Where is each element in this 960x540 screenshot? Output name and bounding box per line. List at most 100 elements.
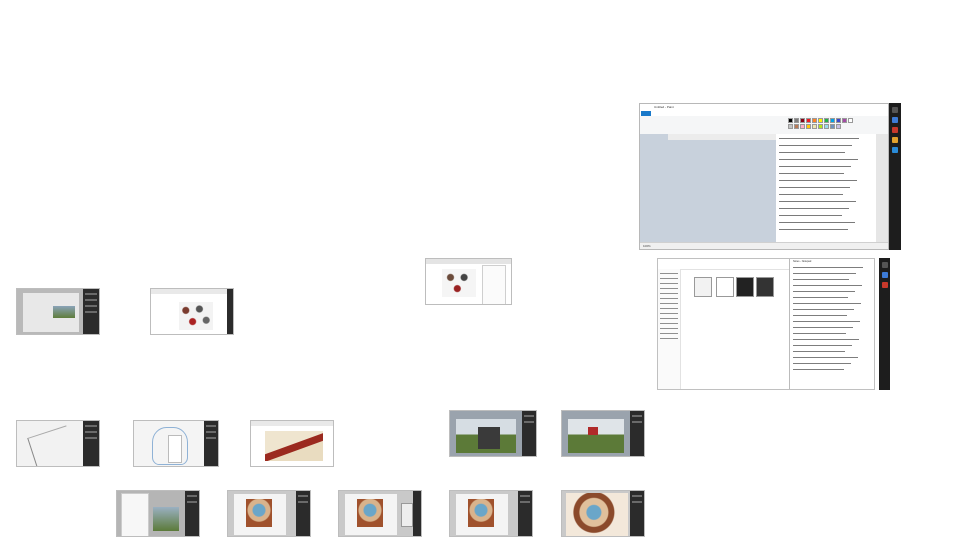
text-line: [779, 173, 844, 174]
text-line: [793, 345, 852, 346]
color-palette[interactable]: [788, 118, 858, 130]
color-swatch[interactable]: [794, 124, 799, 129]
text-line: [779, 229, 848, 230]
slide-thumb-1[interactable]: [16, 288, 100, 335]
dialog-panel: [401, 503, 413, 527]
browser-toolbar: [251, 421, 333, 426]
color-swatch[interactable]: [824, 118, 829, 123]
color-swatch[interactable]: [800, 124, 805, 129]
tool-panel: [522, 411, 536, 456]
dialog-panel: [482, 265, 506, 304]
landscape-image: [153, 507, 179, 531]
notepad-title: Notes - Notepad: [793, 260, 812, 263]
text-line: [779, 166, 851, 167]
slide-thumb-12[interactable]: [449, 490, 533, 537]
slide-thumb-9[interactable]: [116, 490, 200, 537]
app-icon[interactable]: [881, 282, 888, 288]
text-line: [779, 180, 857, 181]
tool-panel: [630, 411, 644, 456]
slide-thumb-8[interactable]: [561, 410, 645, 457]
slide-thumb-6[interactable]: [250, 420, 334, 467]
slide-thumb-2[interactable]: [150, 288, 234, 335]
color-swatch[interactable]: [836, 124, 841, 129]
tool-panel: [630, 491, 644, 536]
text-line: [779, 159, 858, 160]
browser-toolbar: [151, 289, 233, 294]
color-swatch[interactable]: [788, 118, 793, 123]
slide-thumb-5[interactable]: [133, 420, 219, 467]
color-swatch[interactable]: [812, 124, 817, 129]
context-menu: [168, 435, 182, 463]
color-swatch[interactable]: [842, 118, 847, 123]
browser-icon[interactable]: [892, 137, 898, 143]
text-line: [793, 303, 861, 304]
paint-window[interactable]: Untitled - Paint 100%: [639, 103, 889, 250]
file-icon[interactable]: [736, 277, 754, 297]
text-line: [779, 145, 852, 146]
text-line: [793, 315, 847, 316]
taskbar: [879, 258, 890, 390]
color-swatch[interactable]: [836, 118, 841, 123]
color-swatch[interactable]: [806, 124, 811, 129]
color-swatch[interactable]: [818, 124, 823, 129]
terrain-image: [265, 431, 323, 461]
document-area[interactable]: [776, 134, 876, 243]
text-line: [779, 187, 850, 188]
color-swatch[interactable]: [806, 118, 811, 123]
text-line: [793, 333, 846, 334]
slide-thumb-4[interactable]: [16, 420, 100, 467]
tool-panel: [204, 421, 218, 466]
text-line: [779, 138, 859, 139]
mail-icon[interactable]: [892, 117, 898, 123]
workspace: [640, 134, 876, 243]
store-icon[interactable]: [892, 147, 898, 153]
text-line: [793, 327, 853, 328]
color-swatch[interactable]: [788, 124, 793, 129]
slide-thumb-7[interactable]: [449, 410, 537, 457]
app-icon[interactable]: [892, 127, 898, 133]
slide-thumb-11[interactable]: [338, 490, 422, 537]
color-swatch[interactable]: [800, 118, 805, 123]
color-swatch[interactable]: [818, 118, 823, 123]
text-line: [779, 194, 843, 195]
tool-panel: [83, 289, 99, 334]
tool-panel: [518, 491, 532, 536]
dropdown-menu: [121, 493, 149, 536]
navigation-pane[interactable]: [658, 269, 681, 389]
file-notes[interactable]: [694, 277, 712, 297]
scene-image: [568, 419, 624, 453]
status-bar: 100%: [640, 242, 888, 249]
text-line: [793, 273, 856, 274]
slide-strip: [668, 134, 778, 140]
side-panel: [227, 289, 233, 334]
text-line: [779, 222, 855, 223]
image-grid: [179, 302, 213, 330]
notepad-panel[interactable]: Notes - Notepad: [789, 259, 874, 389]
text-line: [779, 208, 849, 209]
color-swatch[interactable]: [794, 118, 799, 123]
file-icon[interactable]: [756, 277, 774, 297]
file-icon[interactable]: [716, 277, 734, 297]
text-line: [779, 152, 845, 153]
color-swatch[interactable]: [830, 124, 835, 129]
tool-panel: [185, 491, 199, 536]
slide-thumb-3[interactable]: [425, 258, 512, 305]
taskbar: [889, 103, 901, 250]
color-swatch[interactable]: [830, 118, 835, 123]
house-shape: [588, 427, 598, 435]
start-icon[interactable]: [881, 262, 888, 268]
tool-panel: [83, 421, 99, 466]
color-swatch[interactable]: [824, 124, 829, 129]
text-line: [793, 291, 855, 292]
explorer-window[interactable]: Notes - Notepad: [657, 258, 875, 390]
slide-thumb-10[interactable]: [227, 490, 311, 537]
slide-thumb-13[interactable]: [561, 490, 645, 537]
landscape-image: [53, 306, 75, 318]
vertical-scrollbar[interactable]: [876, 134, 888, 243]
start-icon[interactable]: [892, 107, 898, 113]
color-swatch[interactable]: [812, 118, 817, 123]
color-swatch[interactable]: [848, 118, 853, 123]
text-line: [793, 285, 862, 286]
mail-icon[interactable]: [881, 272, 888, 278]
text-line: [779, 215, 842, 216]
